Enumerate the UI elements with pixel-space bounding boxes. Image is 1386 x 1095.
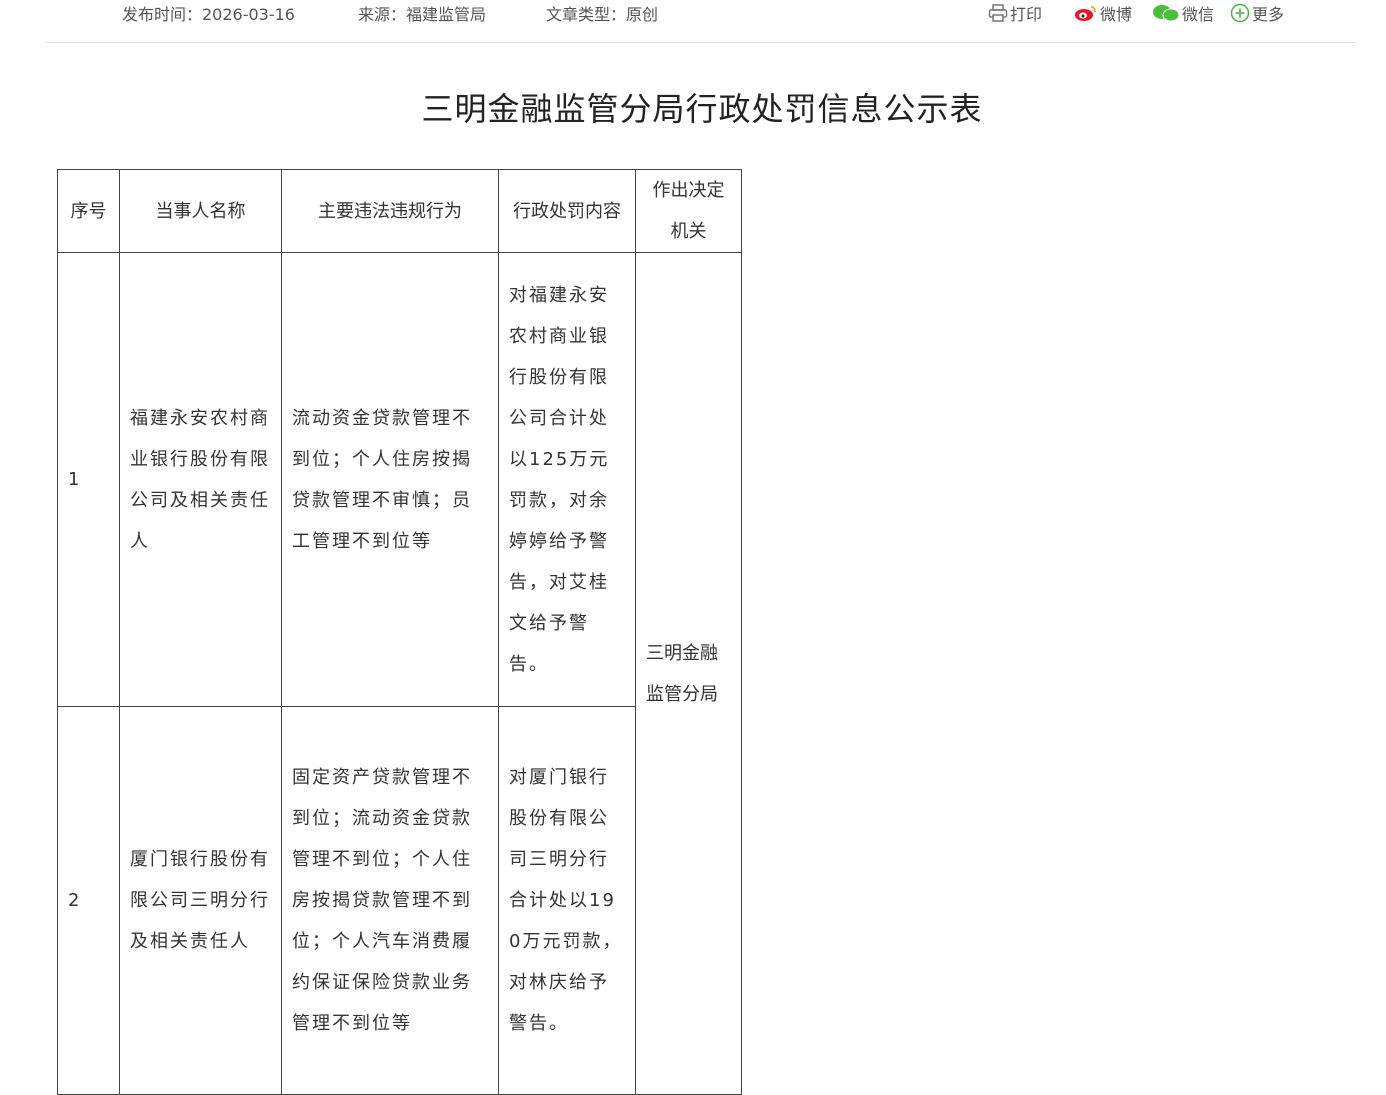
header-seq: 序号 [57, 169, 120, 253]
more-share-button[interactable]: 更多 [1230, 1, 1284, 25]
row-authority: 三明金融监管分局 [635, 252, 742, 1095]
row-seq: 2 [57, 706, 120, 1095]
row-violation: 流动资金贷款管理不到位；个人住房按揭贷款管理不审慎；员工管理不到位等 [281, 252, 499, 707]
header-divider [46, 42, 1356, 43]
wechat-share-button[interactable]: 微信 [1152, 1, 1214, 25]
row-party: 福建永安农村商业银行股份有限公司及相关责任人 [119, 252, 282, 707]
row-penalty: 对厦门银行股份有限公司三明分行合计处以190万元罚款，对林庆给予警告。 [498, 706, 636, 1095]
weibo-share-button[interactable]: 微博 [1074, 1, 1132, 25]
table-header-row: 序号 当事人名称 主要违法违规行为 行政处罚内容 作出决定机关 [57, 169, 742, 253]
weibo-label: 微博 [1100, 5, 1133, 24]
table-row: 1 福建永安农村商业银行股份有限公司及相关责任人 流动资金贷款管理不到位；个人住… [57, 252, 742, 1095]
plus-circle-icon [1230, 3, 1250, 23]
penalty-table: 序号 当事人名称 主要违法违规行为 行政处罚内容 作出决定机关 1 福建永安农村… [57, 169, 742, 1095]
header-party: 当事人名称 [119, 169, 282, 253]
print-button[interactable]: 打印 [988, 1, 1042, 25]
page-title: 三明金融监管分局行政处罚信息公示表 [421, 90, 983, 128]
publish-time: 发布时间：2026-03-16 [122, 5, 295, 24]
wechat-icon [1153, 5, 1180, 22]
header-penalty: 行政处罚内容 [498, 169, 636, 253]
print-label: 打印 [1010, 5, 1043, 24]
printer-icon [988, 4, 1008, 22]
header-authority: 作出决定机关 [635, 169, 742, 253]
article-meta-bar: 发布时间：2026-03-16 来源：福建监管局 文章类型：原创 打印 微博 微… [0, 0, 1386, 30]
row-penalty: 对福建永安农村商业银行股份有限公司合计处以125万元罚款，对余婷婷给予警告，对艾… [498, 252, 636, 707]
header-violation: 主要违法违规行为 [281, 169, 499, 253]
row-party: 厦门银行股份有限公司三明分行及相关责任人 [119, 706, 282, 1095]
article-type: 文章类型：原创 [546, 5, 659, 24]
source: 来源：福建监管局 [358, 5, 487, 24]
weibo-icon [1075, 6, 1096, 21]
more-label: 更多 [1252, 5, 1285, 24]
row-violation: 固定资产贷款管理不到位；流动资金贷款管理不到位；个人住房按揭贷款管理不到位；个人… [281, 706, 499, 1095]
row-seq: 1 [57, 252, 120, 707]
wechat-label: 微信 [1182, 5, 1215, 24]
